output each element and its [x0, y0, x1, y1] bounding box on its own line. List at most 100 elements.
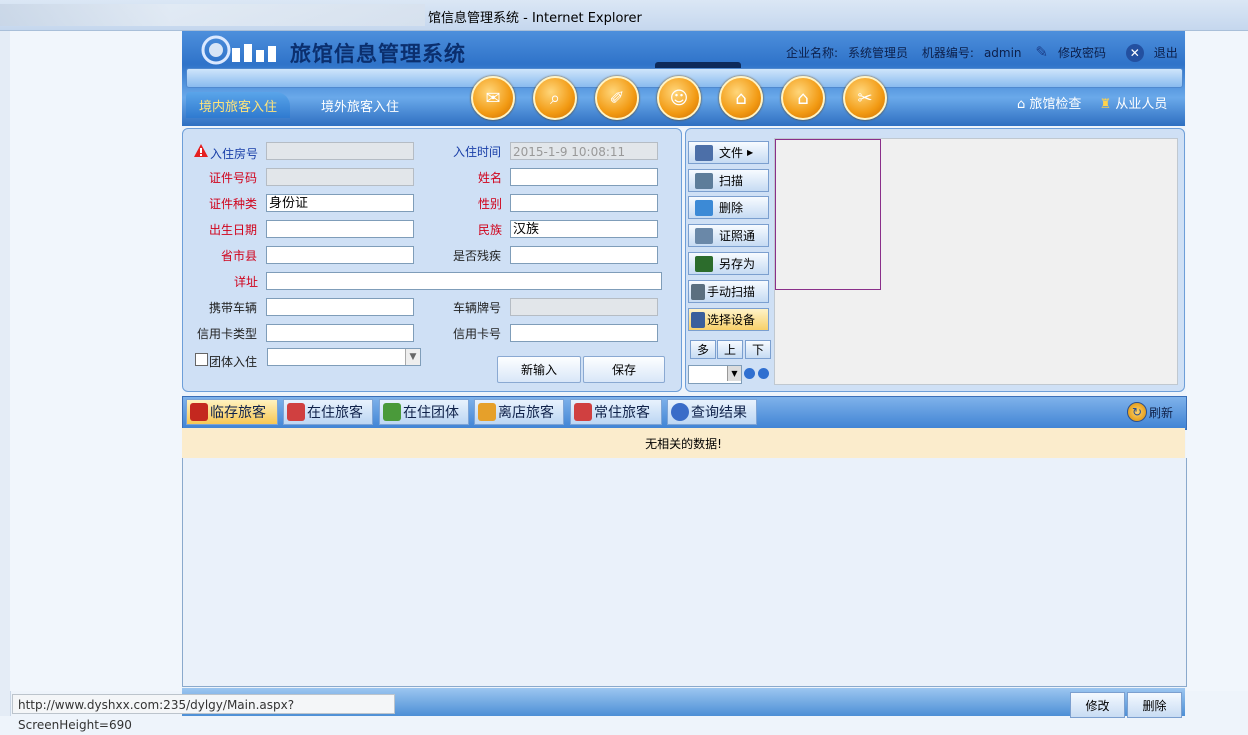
floppy-icon — [695, 255, 713, 272]
zoom-out-icon[interactable] — [758, 368, 769, 379]
guest-icon — [287, 403, 305, 421]
tab-resident-guests[interactable]: 常住旅客 — [570, 399, 662, 425]
user-icon[interactable]: ☺ — [657, 76, 701, 120]
group-checkbox[interactable] — [195, 353, 208, 366]
device-select[interactable]: ▼ — [688, 365, 742, 384]
id-type-input[interactable]: 身份证 — [266, 194, 414, 212]
select-device-button[interactable]: 选择设备 — [688, 308, 769, 331]
key-icon: ✎ — [1035, 43, 1048, 61]
header-right-links: ⌂ 旅馆检查 ♜ 从业人员 — [1017, 93, 1167, 112]
scan-button[interactable]: 扫描 — [688, 169, 769, 192]
refresh-button[interactable]: ↻ 刷新 — [1127, 402, 1173, 422]
zoom-in-icon[interactable] — [744, 368, 755, 379]
disabled-label: 是否残疾 — [453, 249, 502, 263]
group-icon — [383, 403, 401, 421]
right-background — [1186, 31, 1248, 691]
logout-link[interactable]: ✕ 退出 — [1125, 44, 1188, 62]
chevron-right-icon: ▶ — [747, 148, 754, 157]
tab-staying-groups[interactable]: 在住团体 — [379, 399, 469, 425]
group-select[interactable]: ▼ — [267, 348, 421, 366]
multi-button[interactable]: 多 — [690, 340, 716, 359]
chevron-down-icon[interactable]: ▼ — [727, 366, 741, 381]
id-number-label: 证件号码 — [209, 171, 258, 185]
birth-input[interactable] — [266, 220, 414, 238]
address-input[interactable] — [266, 272, 662, 290]
region-input[interactable] — [266, 246, 414, 264]
card-type-input[interactable] — [266, 324, 414, 342]
room-input[interactable] — [266, 142, 414, 160]
plate-input[interactable] — [510, 298, 658, 316]
tools-icon[interactable]: ✂ — [843, 76, 887, 120]
card-no-input[interactable] — [510, 324, 658, 342]
vehicle-input[interactable] — [266, 298, 414, 316]
manual-scan-button[interactable]: 手动扫描 — [688, 280, 769, 303]
up-button[interactable]: 上 — [717, 340, 743, 359]
machine-value: admin — [983, 46, 1022, 60]
id-photo-button[interactable]: 证照通 — [688, 224, 769, 247]
magnifier-icon — [671, 403, 689, 421]
checkin-time-input[interactable]: 2015-1-9 10:08:11 — [510, 142, 658, 160]
header-info: 企业名称: 系统管理员 机器编号: admin ✎ 修改密码 ✕ 退出 — [786, 43, 1198, 62]
clean-icon[interactable]: ✐ — [595, 76, 639, 120]
delete-scan-button[interactable]: 删除 — [688, 196, 769, 219]
file-icon — [695, 144, 713, 161]
window-title-bar: 馆信息管理系统 - Internet Explorer — [0, 0, 1248, 31]
scan-icon — [695, 172, 713, 189]
bed-icon — [190, 403, 208, 421]
file-menu-button[interactable]: 文件 ▶ — [688, 141, 769, 164]
company-value: 系统管理员 — [848, 46, 909, 60]
plate-label: 车辆牌号 — [453, 301, 502, 315]
staff-link[interactable]: ♜ 从业人员 — [1100, 97, 1168, 112]
no-data-message: 无相关的数据! — [182, 428, 1185, 458]
delete-button[interactable]: 删除 — [1127, 692, 1182, 718]
disabled-input[interactable] — [510, 246, 658, 264]
tab-query-results[interactable]: 查询结果 — [667, 399, 757, 425]
home-search-icon[interactable]: ⌂ — [781, 76, 825, 120]
blurred-title-region — [0, 4, 425, 26]
left-background — [10, 31, 182, 691]
staff-icon: ♜ — [1099, 97, 1112, 112]
status-url: http://www.dyshxx.com:235/dylgy/Main.asp… — [12, 694, 395, 732]
save-as-button[interactable]: 另存为 — [688, 252, 769, 275]
close-icon: ✕ — [1125, 44, 1144, 62]
tab-foreign-checkin[interactable]: 境外旅客入住 — [305, 92, 415, 118]
machine-label: 机器编号: — [921, 46, 974, 60]
save-button[interactable]: 保存 — [583, 356, 665, 383]
house-icon: ⌂ — [1017, 97, 1026, 112]
refresh-icon: ↻ — [1127, 402, 1147, 422]
company-label: 企业名称: — [786, 46, 839, 60]
tab-staying-guests[interactable]: 在住旅客 — [283, 399, 373, 425]
hand-scan-icon — [691, 283, 705, 300]
logo-icon — [200, 34, 284, 66]
warning-icon — [193, 143, 209, 161]
room-label: 入住房号 — [210, 147, 259, 161]
hotel-check-link[interactable]: ⌂ 旅馆检查 — [1017, 97, 1081, 112]
ethnicity-label: 民族 — [478, 223, 503, 237]
tab-temp-guests[interactable]: 临存旅客 — [186, 399, 278, 425]
address-label: 详址 — [234, 275, 259, 289]
edit-button[interactable]: 修改 — [1070, 692, 1125, 718]
gender-label: 性别 — [478, 197, 503, 211]
down-button[interactable]: 下 — [745, 340, 771, 359]
search-icon[interactable]: ⌕ — [533, 76, 577, 120]
delete-icon — [695, 199, 713, 216]
ethnicity-input[interactable]: 汉族 — [510, 220, 658, 238]
id-number-input[interactable] — [266, 168, 414, 186]
new-input-button[interactable]: 新输入 — [497, 356, 581, 383]
guest-list-area — [182, 458, 1187, 687]
region-label: 省市县 — [221, 249, 258, 263]
window-title: 馆信息管理系统 - Internet Explorer — [428, 11, 642, 26]
tab-domestic-checkin[interactable]: 境内旅客入住 — [186, 92, 290, 118]
home-settings-icon[interactable]: ⌂ — [719, 76, 763, 120]
gender-input[interactable] — [510, 194, 658, 212]
name-label: 姓名 — [478, 171, 503, 185]
scan-preview — [775, 139, 881, 290]
id-card-icon — [695, 227, 713, 244]
change-password-link[interactable]: ✎ 修改密码 — [1035, 43, 1116, 61]
chevron-down-icon[interactable]: ▼ — [405, 349, 420, 365]
vehicle-label: 携带车辆 — [209, 301, 258, 315]
mail-icon[interactable]: ✉ — [471, 76, 515, 120]
name-input[interactable] — [510, 168, 658, 186]
birth-label: 出生日期 — [209, 223, 258, 237]
tab-departed-guests[interactable]: 离店旅客 — [474, 399, 564, 425]
